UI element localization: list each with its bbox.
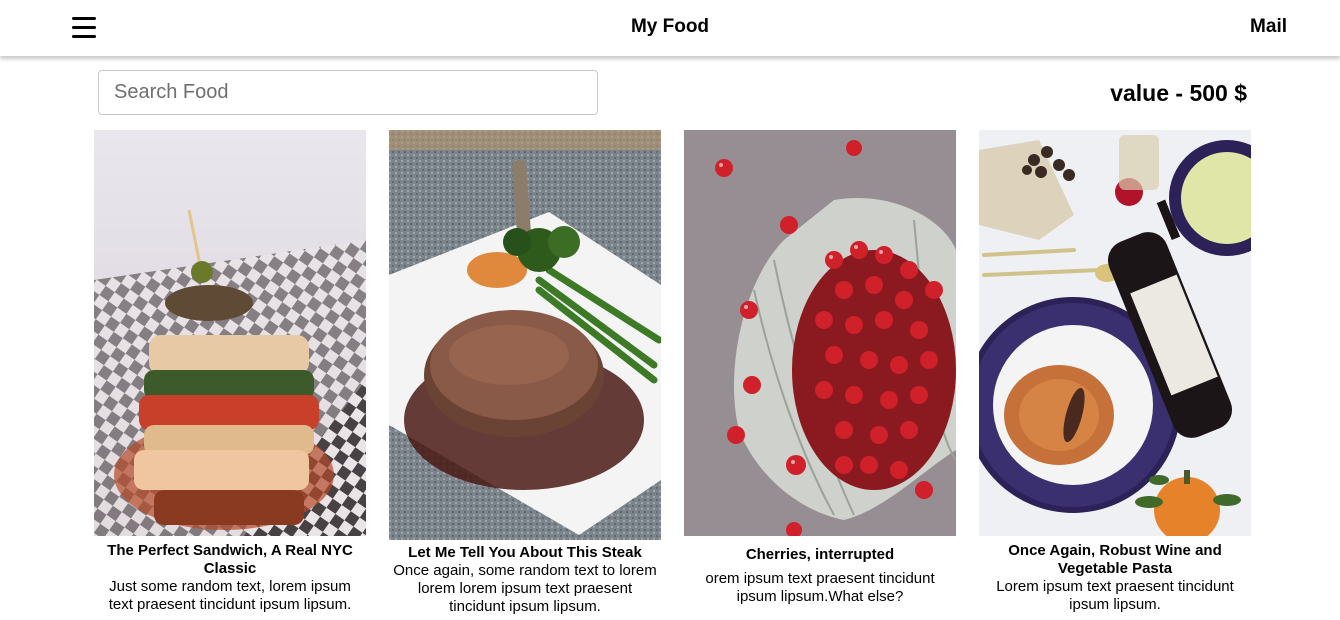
top-bar: My Food Mail — [0, 0, 1340, 56]
card-text: orem ipsum text praesent tincidunt ipsum… — [705, 570, 935, 605]
wine-pasta-photo[interactable] — [979, 130, 1251, 536]
cherries-photo[interactable] — [684, 130, 956, 536]
mail-link[interactable]: Mail — [1250, 16, 1287, 38]
card-text: Lorem ipsum text praesent tincidunt ipsu… — [996, 578, 1234, 613]
card-title: Cherries, interrupted — [745, 546, 895, 563]
card-title: The Perfect Sandwich, A Real NYC Classic — [107, 542, 353, 577]
card-text: Just some random text, lorem ipsum text … — [108, 578, 352, 613]
app-title: My Food — [630, 16, 710, 37]
card-title: Once Again, Robust Wine and Vegetable Pa… — [1008, 542, 1222, 577]
food-card[interactable]: The Perfect Sandwich, A Real NYC Classic… — [94, 130, 366, 614]
search-input[interactable] — [98, 70, 598, 115]
food-card[interactable]: Let Me Tell You About This Steak Once ag… — [389, 130, 661, 616]
food-card[interactable]: Once Again, Robust Wine and Vegetable Pa… — [979, 130, 1251, 614]
card-text: Once again, some random text to lorem lo… — [393, 562, 657, 615]
sandwich-photo[interactable] — [94, 130, 366, 536]
value-total: value - 500 $ — [1110, 80, 1247, 106]
steak-photo[interactable] — [389, 130, 661, 540]
card-title: Let Me Tell You About This Steak — [408, 544, 642, 561]
food-card[interactable]: Cherries, interrupted orem ipsum text pr… — [684, 130, 956, 606]
